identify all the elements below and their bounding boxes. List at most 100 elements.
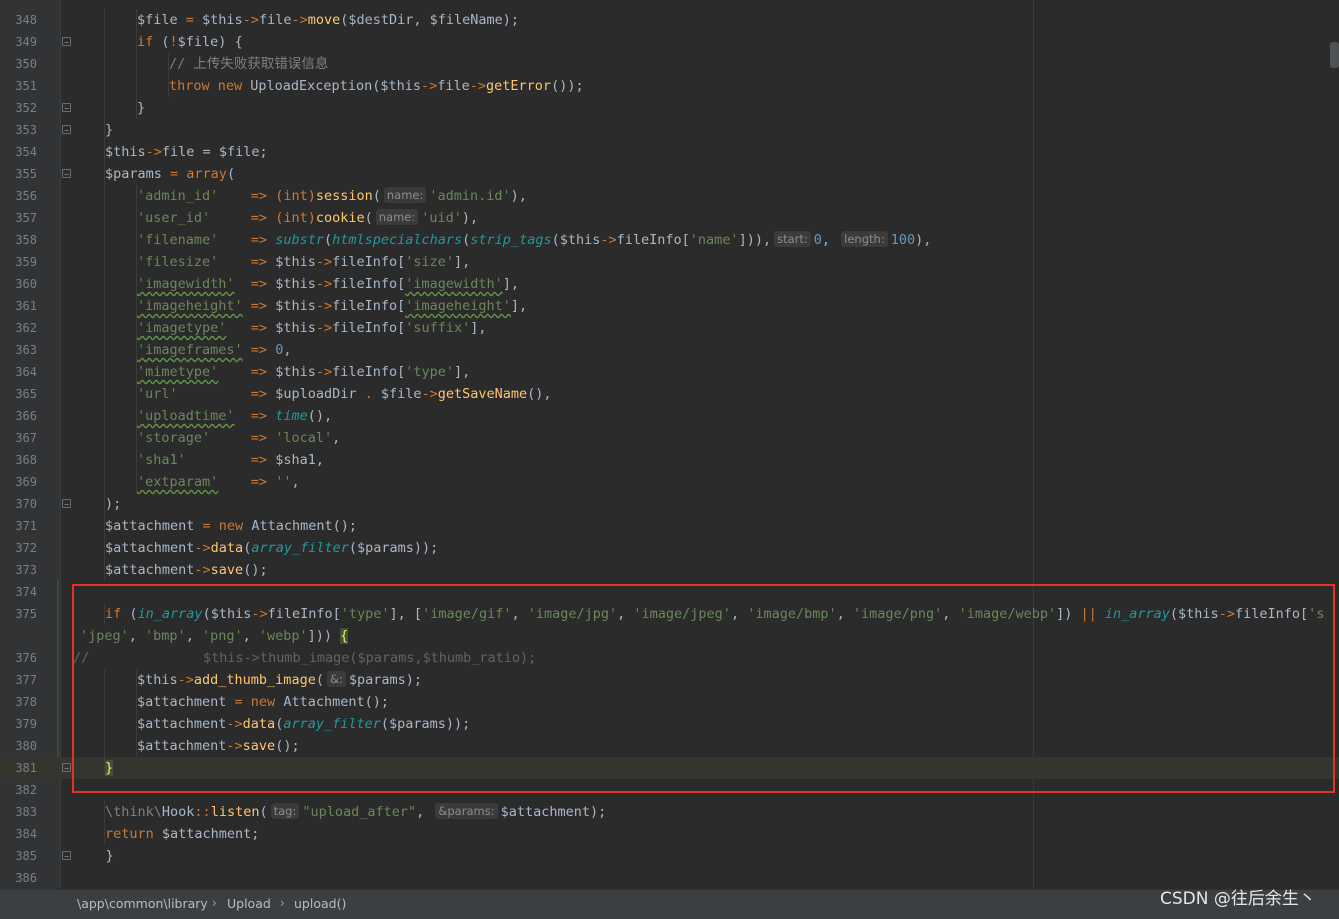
code-token: $file) {: [177, 34, 243, 50]
code-line[interactable]: 355 − $params = array(: [0, 163, 1339, 185]
code-token: ::: [194, 804, 211, 820]
code-token: $attachment);: [500, 804, 607, 820]
code-line[interactable]: 352 −}: [0, 97, 1339, 119]
code-text: $this->file = $file;: [105, 141, 268, 163]
code-line[interactable]: 378 $attachment = new Attachment();: [0, 691, 1339, 713]
code-token: ,: [128, 628, 146, 644]
code-token: if: [105, 606, 122, 622]
code-line[interactable]: 374: [0, 581, 1339, 603]
fold-icon[interactable]: −: [62, 763, 71, 773]
parameter-hint: &params:: [435, 803, 498, 819]
code-line[interactable]: 375 if (in_array($this->fileInfo['type'],…: [0, 603, 1339, 625]
code-line[interactable]: 368 'sha1' => $sha1,: [0, 449, 1339, 471]
code-line[interactable]: 350 // 上传失败获取错误信息: [0, 53, 1339, 75]
line-number: 373: [15, 563, 37, 577]
line-number: 368: [15, 453, 37, 467]
indent-guide: [104, 383, 105, 405]
code-line[interactable]: 354 $this->file = $file;: [0, 141, 1339, 163]
breadcrumb-method[interactable]: upload(): [294, 890, 346, 917]
code-line[interactable]: 366 'uploadtime' => time(),: [0, 405, 1339, 427]
code-token: ($destDir, $fileName);: [340, 12, 520, 28]
code-line[interactable]: 377 $this->add_thumb_image(&: $params);: [0, 669, 1339, 691]
code-token: "upload_after": [302, 804, 417, 820]
code-line[interactable]: 365 'url' => $uploadDir . $file->getSaveN…: [0, 383, 1339, 405]
code-line[interactable]: 356 'admin_id' => (int)session(name:'admi…: [0, 185, 1339, 207]
fold-icon[interactable]: −: [62, 37, 71, 47]
fold-icon[interactable]: −: [62, 851, 71, 861]
code-token: 100: [890, 232, 916, 248]
code-token: 'name': [689, 232, 739, 248]
code-editor[interactable]: 348 $file = $this->file->move($destDir, $…: [0, 0, 1339, 889]
code-text: }: [73, 845, 114, 867]
code-token: ,: [242, 628, 259, 644]
code-text: }: [105, 757, 114, 779]
code-line[interactable]: 349 − if (!$file) {: [0, 31, 1339, 53]
code-line[interactable]: 383 \think\Hook::listen(tag: "upload_after…: [0, 801, 1339, 823]
code-line[interactable]: 348 $file = $this->file->move($destDir, $…: [0, 9, 1339, 31]
code-text: $attachment->save();: [105, 559, 268, 581]
code-token: ])),: [738, 232, 772, 248]
code-token: =: [194, 144, 219, 160]
code-token: ->: [1218, 606, 1235, 622]
code-line[interactable]: 385 − }: [0, 845, 1339, 867]
code-line[interactable]: 373 $attachment->save();: [0, 559, 1339, 581]
code-line[interactable]: 353 −}: [0, 119, 1339, 141]
code-line[interactable]: 360'imagewidth' => $this->fileInfo['imag…: [0, 273, 1339, 295]
code-line[interactable]: 380 $attachment->save();: [0, 735, 1339, 757]
code-token: 'uploadtime': [137, 408, 235, 424]
code-token: fileInfo[: [332, 298, 406, 314]
code-line[interactable]: 367 'storage' => 'local',: [0, 427, 1339, 449]
code-line[interactable]: 357 'user_id' => (int)cookie(name:'uid'),: [0, 207, 1339, 229]
indent-guide: [104, 75, 105, 97]
code-token: fileInfo[: [267, 606, 341, 622]
code-token: $uploadDir: [275, 386, 365, 402]
code-text: throw new UploadException($this->file->g…: [169, 75, 584, 97]
code-line[interactable]: 370 −);: [0, 493, 1339, 515]
code-line[interactable]: 362 'imagetype' => $this->fileInfo['suffi…: [0, 317, 1339, 339]
code-line[interactable]: 372 $attachment->data(array_filter($param…: [0, 537, 1339, 559]
code-line[interactable]: 351 throw new UploadException($this->file…: [0, 75, 1339, 97]
code-token: ,: [416, 804, 433, 820]
code-token: ($this: [551, 232, 601, 248]
code-line[interactable]: 371 $attachment = new Attachment();: [0, 515, 1339, 537]
code-token: ->: [600, 232, 617, 248]
scrollbar-thumb[interactable]: [1330, 42, 1339, 68]
code-line[interactable]: 384 return $attachment;: [0, 823, 1339, 845]
code-token: !: [169, 34, 178, 50]
code-line[interactable]: 369 'extparam' => '',: [0, 471, 1339, 493]
code-text: }: [105, 119, 113, 141]
line-number: 354: [15, 145, 37, 159]
code-token: (int): [275, 210, 316, 226]
fold-icon[interactable]: −: [62, 125, 71, 135]
code-line[interactable]: 364 'mimetype' => $this->fileInfo['type']…: [0, 361, 1339, 383]
breadcrumb-class[interactable]: Upload: [227, 890, 271, 917]
fold-icon[interactable]: −: [62, 169, 71, 179]
code-token: $this: [275, 320, 316, 336]
code-line[interactable]: 381 −}: [0, 757, 1339, 779]
code-token: ->: [242, 12, 259, 28]
code-token: 'image/bmp': [747, 606, 837, 622]
breadcrumb-namespace[interactable]: \app\common\library: [77, 890, 208, 917]
code-line[interactable]: 361'imageheight' => $this->fileInfo['ima…: [0, 295, 1339, 317]
code-token: listen: [210, 804, 260, 820]
fold-icon[interactable]: −: [62, 103, 71, 113]
code-token: ],: [454, 364, 471, 380]
code-token: 0: [813, 232, 822, 248]
code-token: cookie: [315, 210, 365, 226]
code-line[interactable]: 386: [0, 867, 1339, 889]
code-line[interactable]: 382: [0, 779, 1339, 801]
code-token: move: [307, 12, 341, 28]
code-token: return: [105, 826, 162, 842]
line-number: 353: [15, 123, 37, 137]
code-text: }: [137, 97, 145, 119]
code-line[interactable]: 363 'imageframes' => 0,: [0, 339, 1339, 361]
code-line[interactable]: 358 'filename' => substr(htmlspecialchars…: [0, 229, 1339, 251]
code-line[interactable]: 376 // $this->thumb_image($params,$thumb_…: [0, 647, 1339, 669]
line-number: 359: [15, 255, 37, 269]
line-number: 380: [15, 739, 37, 753]
code-line[interactable]: 'jpeg', 'bmp', 'png', 'webp'])) {: [0, 625, 1339, 647]
code-line[interactable]: 379 $attachment->data(array_filter($param…: [0, 713, 1339, 735]
code-line[interactable]: 359 'filesize' => $this->fileInfo['size']…: [0, 251, 1339, 273]
code-token: {: [340, 628, 349, 644]
fold-icon[interactable]: −: [62, 499, 71, 509]
